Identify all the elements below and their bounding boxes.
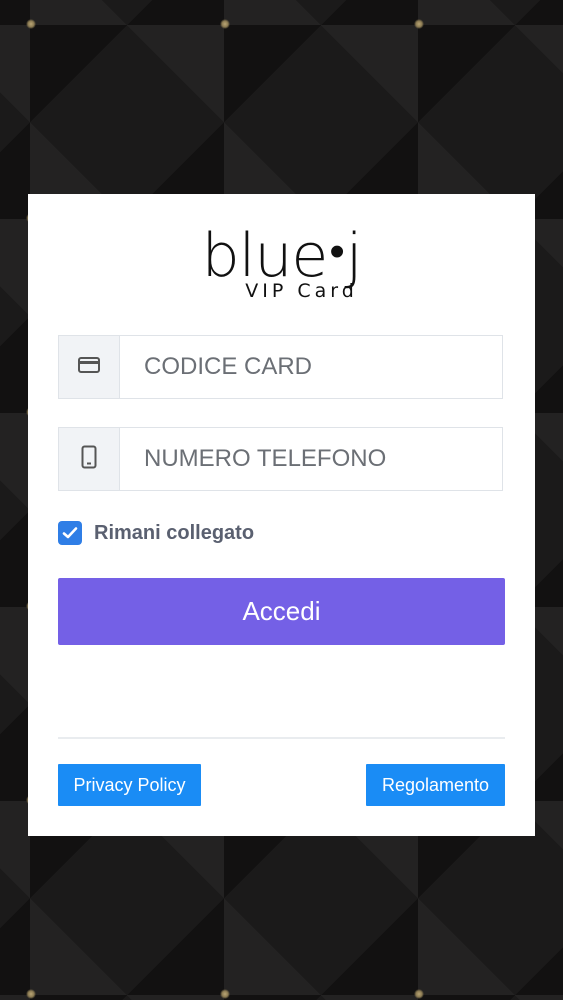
phone-number-field (58, 427, 503, 491)
credit-card-icon (78, 356, 100, 378)
privacy-policy-button[interactable]: Privacy Policy (58, 764, 201, 806)
remember-me-label[interactable]: Rimani collegato (94, 522, 254, 545)
card-code-input[interactable] (120, 336, 502, 398)
login-button[interactable]: Accedi (58, 578, 505, 645)
phone-number-addon (59, 428, 120, 490)
checkmark-icon (62, 527, 78, 539)
logo-subtitle: VIP Card (245, 280, 358, 303)
rules-button[interactable]: Regolamento (366, 764, 505, 806)
footer-divider (58, 737, 505, 739)
logo-wordmark: blue•j (201, 221, 363, 292)
remember-me-checkbox[interactable] (58, 521, 82, 545)
card-code-field (58, 335, 503, 399)
mobile-phone-icon (81, 445, 97, 474)
login-card: blue•j VIP Card CODICE CARD NUMERO TELEF… (28, 194, 535, 836)
phone-number-input[interactable] (120, 428, 502, 490)
remember-me[interactable]: Rimani collegato (58, 521, 254, 545)
brand-logo: blue•j VIP Card (28, 224, 535, 302)
card-code-addon (59, 336, 120, 398)
